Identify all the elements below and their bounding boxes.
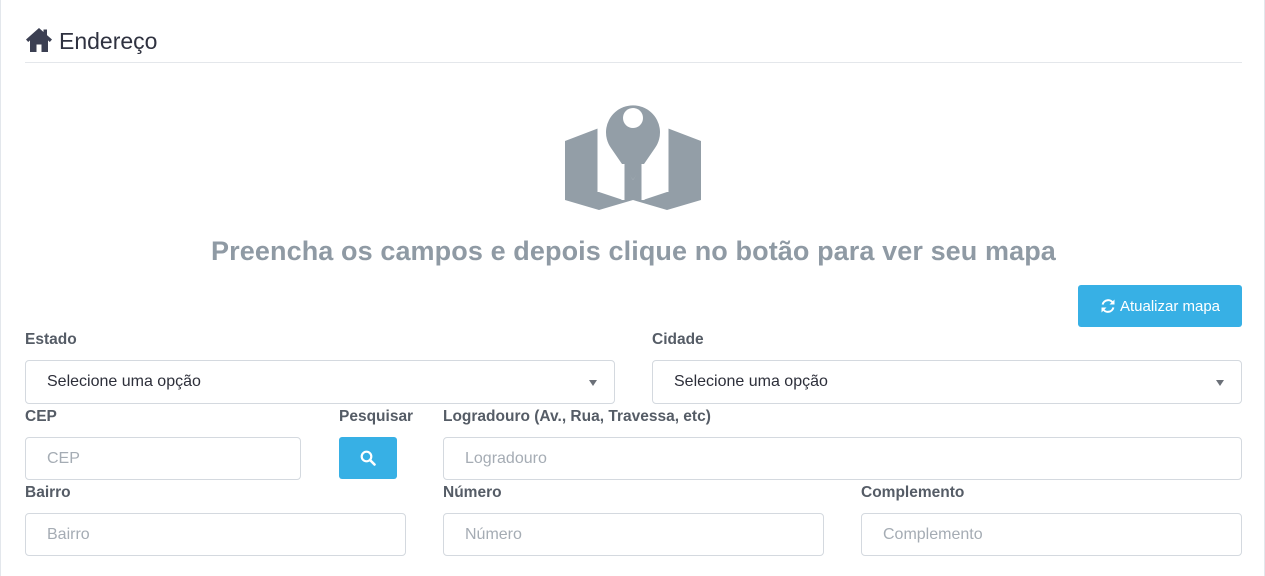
bairro-label: Bairro	[25, 484, 71, 501]
map-empty-message: Preencha os campos e depois clique no bo…	[211, 236, 1056, 266]
cep-label: CEP	[25, 408, 57, 425]
update-map-label: Atualizar mapa	[1119, 297, 1221, 315]
address-panel: Endereço Preencha os campos e depois cli…	[0, 0, 1265, 576]
pesquisar-label: Pesquisar	[339, 408, 414, 425]
estado-select[interactable]: Selecione uma opção	[25, 360, 615, 404]
section-title: Endereço	[59, 28, 158, 54]
cidade-label: Cidade	[652, 331, 704, 348]
bairro-input[interactable]	[25, 513, 406, 556]
numero-label: Número	[443, 484, 502, 501]
chevron-down-icon	[589, 380, 597, 386]
update-map-button[interactable]: Atualizar mapa	[1078, 285, 1242, 327]
chevron-down-icon	[1216, 380, 1224, 386]
estado-value: Selecione uma opção	[47, 373, 201, 390]
cep-input[interactable]	[25, 437, 301, 480]
complemento-input[interactable]	[861, 513, 1242, 556]
numero-input[interactable]	[443, 513, 824, 556]
home-icon	[26, 28, 52, 52]
logradouro-label: Logradouro (Av., Rua, Travessa, etc)	[443, 408, 711, 425]
cidade-select[interactable]: Selecione uma opção	[652, 360, 1242, 404]
complemento-label: Complemento	[861, 484, 965, 501]
map-marker-icon	[565, 105, 701, 210]
cidade-value: Selecione uma opção	[674, 373, 828, 390]
section-header: Endereço	[25, 26, 1242, 63]
search-button[interactable]	[339, 437, 397, 479]
estado-label: Estado	[25, 331, 77, 348]
refresh-icon	[1101, 299, 1115, 313]
logradouro-input[interactable]	[443, 437, 1242, 480]
search-icon	[360, 450, 376, 466]
